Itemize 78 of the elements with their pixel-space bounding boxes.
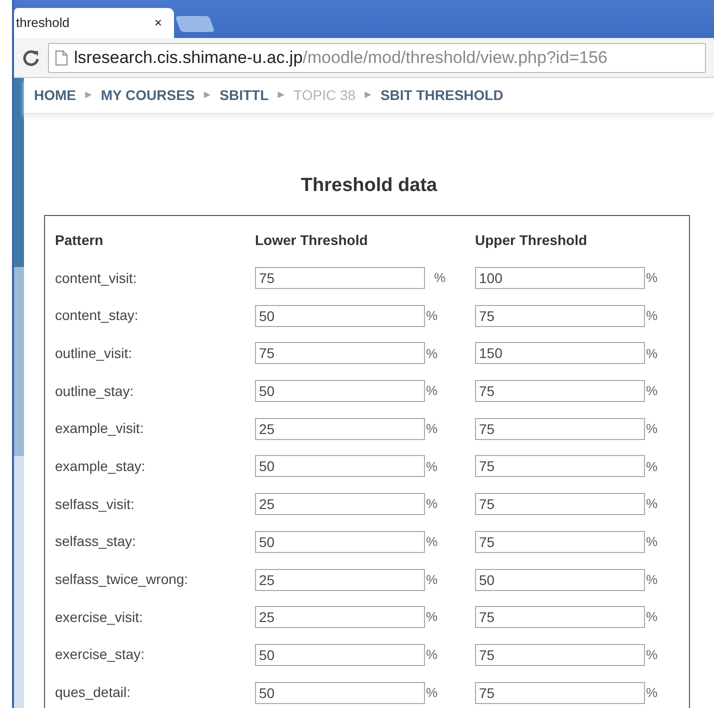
upper-threshold-field[interactable]: 100 [475, 267, 645, 290]
pattern-label: selfass_visit: [55, 494, 136, 514]
breadcrumb-separator: ► [83, 88, 94, 104]
upper-threshold-field[interactable]: 75 [475, 380, 645, 402]
pattern-label: exercise_stay: [55, 645, 146, 664]
percent-unit: % [426, 420, 438, 438]
pattern-label: content_stay: [55, 306, 140, 326]
breadcrumb-link[interactable]: SBIT THRESHOLD [380, 85, 504, 106]
upper-threshold-field[interactable]: 75 [475, 682, 645, 704]
lower-threshold-field[interactable]: 50 [255, 380, 425, 402]
pattern-label: ques_detail: [55, 683, 132, 702]
lower-threshold-field[interactable]: 25 [255, 493, 425, 516]
pattern-label: selfass_twice_wrong: [55, 570, 190, 590]
percent-unit: % [646, 646, 658, 664]
lower-threshold-field[interactable]: 50 [255, 304, 425, 327]
percent-unit: % [646, 495, 658, 514]
pattern-label: outline_stay: [55, 382, 135, 401]
percent-unit: % [426, 382, 438, 400]
percent-unit: % [426, 495, 438, 514]
lower-threshold-field[interactable]: 75 [255, 267, 425, 290]
reload-icon[interactable] [22, 48, 40, 66]
column-header: Upper Threshold [475, 230, 588, 250]
percent-unit: % [426, 646, 438, 664]
upper-threshold-field[interactable]: 75 [475, 493, 645, 516]
lower-threshold-field[interactable]: 25 [255, 568, 425, 591]
percent-unit: % [426, 684, 438, 702]
percent-unit: % [426, 306, 438, 325]
tab-title: threshold [16, 14, 70, 32]
column-header: Pattern [55, 230, 104, 250]
pattern-label: content_visit: [55, 268, 138, 288]
lower-threshold-field[interactable]: 75 [255, 342, 425, 364]
breadcrumb-link[interactable]: MY COURSES [100, 85, 195, 106]
percent-unit: % [646, 570, 658, 589]
percent-unit: % [434, 269, 446, 288]
percent-unit: % [426, 458, 438, 476]
upper-threshold-field[interactable]: 75 [475, 530, 645, 553]
upper-threshold-field[interactable]: 75 [475, 455, 645, 478]
lower-threshold-field[interactable]: 50 [255, 644, 425, 666]
upper-threshold-field[interactable]: 75 [475, 606, 645, 628]
percent-unit: % [646, 344, 658, 363]
browser-tab[interactable]: threshold × [14, 8, 174, 38]
percent-unit: % [426, 344, 438, 363]
address-field[interactable]: lsresearch.cis.shimane-u.ac.jp/moodle/mod/threshold/view.php?id=156 [48, 42, 706, 72]
pattern-label: example_stay: [55, 456, 146, 476]
percent-unit: % [646, 269, 658, 288]
lower-threshold-field[interactable]: 50 [255, 530, 425, 553]
percent-unit: % [426, 533, 438, 552]
upper-threshold-field[interactable]: 75 [475, 304, 645, 327]
percent-unit: % [426, 570, 438, 589]
upper-threshold-field[interactable]: 75 [475, 644, 645, 666]
breadcrumb-separator: ► [202, 88, 213, 104]
close-icon[interactable]: × [154, 13, 162, 33]
lower-threshold-field[interactable]: 25 [255, 418, 425, 440]
lower-threshold-field[interactable]: 25 [255, 606, 425, 628]
lower-threshold-field[interactable]: 50 [255, 455, 425, 478]
column-header: Lower Threshold [255, 230, 369, 250]
upper-threshold-field[interactable]: 150 [475, 342, 645, 364]
lower-threshold-field[interactable]: 50 [255, 682, 425, 704]
percent-unit: % [646, 458, 658, 476]
pattern-label: outline_visit: [55, 344, 134, 363]
upper-threshold-field[interactable]: 75 [475, 418, 645, 440]
breadcrumb-separator: ► [362, 88, 374, 104]
breadcrumb-link[interactable]: SBITTL [220, 85, 269, 106]
percent-unit: % [646, 382, 658, 400]
page-title: Threshold data [300, 174, 438, 198]
percent-unit: % [646, 684, 658, 702]
page-icon [55, 50, 68, 66]
upper-threshold-field[interactable]: 50 [475, 568, 645, 591]
pattern-label: example_visit: [55, 419, 145, 438]
breadcrumb-separator: ► [276, 88, 287, 104]
percent-unit: % [646, 533, 658, 552]
percent-unit: % [426, 608, 438, 626]
percent-unit: % [646, 306, 658, 325]
percent-unit: % [646, 608, 658, 626]
percent-unit: % [646, 420, 658, 438]
breadcrumb-link[interactable]: HOME [34, 85, 76, 106]
pattern-label: selfass_stay: [55, 532, 137, 552]
pattern-label: exercise_visit: [55, 608, 144, 627]
